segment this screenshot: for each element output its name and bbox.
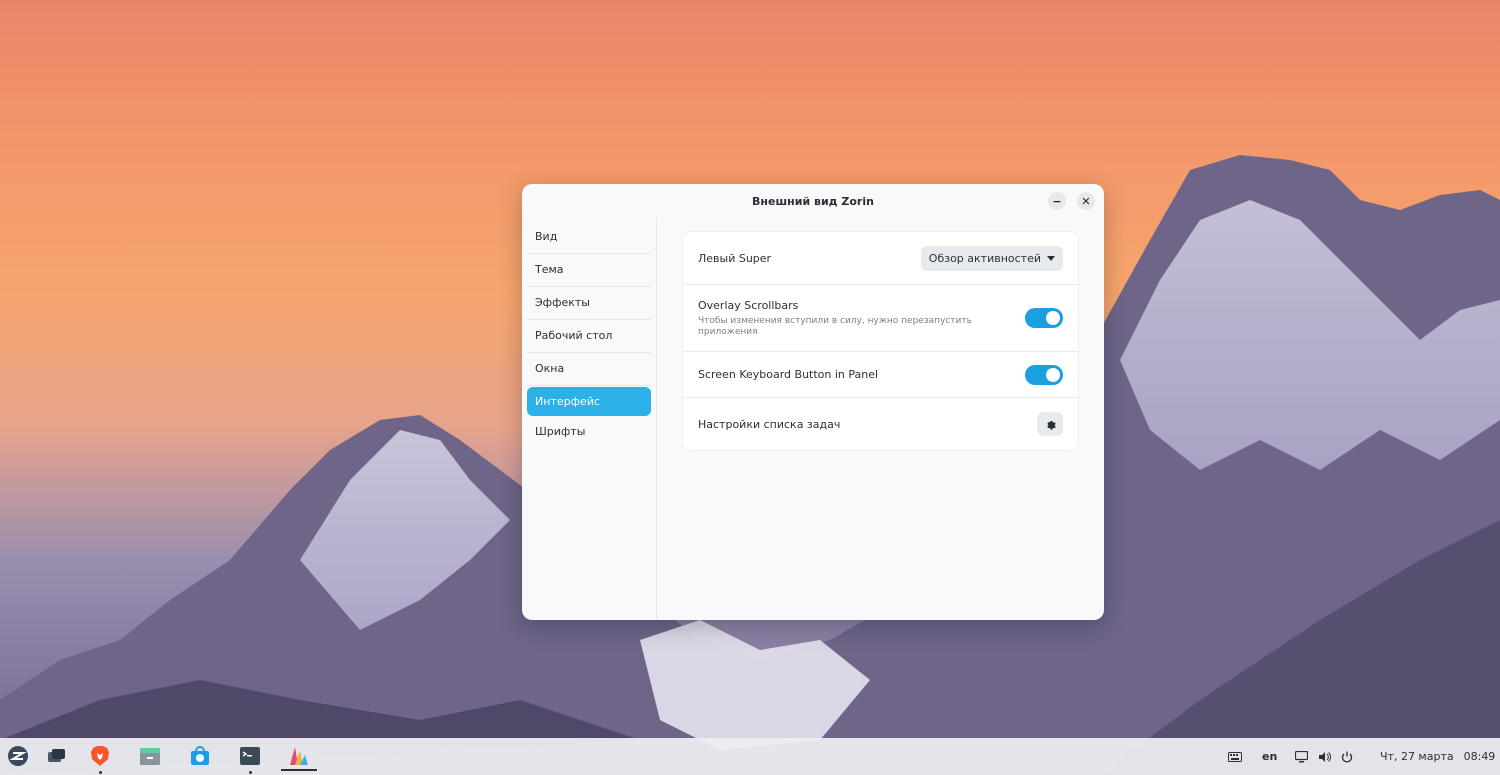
files-icon [140,748,160,765]
gear-icon [1047,420,1056,430]
keyboard-icon [1228,751,1242,762]
sidebar-item-effects[interactable]: Эффекты [527,287,651,320]
overlay-scrollbars-toggle[interactable] [1025,308,1063,328]
taskbar-settings-label: Настройки списка задач [698,417,841,431]
sidebar: Вид Тема Эффекты Рабочий стол Окна Интер… [522,218,657,620]
brave-browser-button[interactable] [87,743,113,774]
zorin-appearance-button[interactable] [281,743,317,771]
brave-icon [91,746,109,766]
setting-row-overlay-scrollbars: Overlay Scrollbars Чтобы изменения вступ… [683,285,1078,352]
zorin-logo-icon [8,746,28,766]
taskbar-settings-button[interactable] [1037,412,1063,436]
sidebar-item-theme[interactable]: Тема [527,254,651,287]
setting-row-taskbar-settings: Настройки списка задач [683,398,1078,450]
software-store-button[interactable] [187,743,213,769]
overlay-scrollbars-label: Overlay Scrollbars [698,298,799,312]
toggle-knob [1046,311,1060,325]
volume-indicator[interactable] [1318,738,1331,775]
settings-card: Левый Super Обзор активностей Overlay Sc… [683,232,1078,450]
appearance-icon [290,747,308,765]
volume-icon [1319,751,1331,762]
sidebar-item-windows[interactable]: Окна [527,353,651,386]
sidebar-item-desktop[interactable]: Рабочий стол [527,320,651,353]
window-titlebar[interactable]: Внешний вид Zorin − ✕ [522,184,1104,218]
language-indicator[interactable]: en [1262,738,1277,775]
power-icon [1341,751,1353,762]
display-indicator[interactable] [1295,738,1308,775]
zorin-menu-button[interactable] [5,743,31,769]
taskbar: en Чт, 27 марта 08:49 [0,738,1500,775]
store-icon [191,746,209,765]
workspaces-button[interactable] [44,743,70,769]
monitor-icon [1295,750,1308,762]
sidebar-item-layout[interactable]: Вид [527,221,651,254]
keyboard-indicator[interactable] [1228,738,1242,775]
zorin-appearance-window: Внешний вид Zorin − ✕ Вид Тема Эффекты Р… [522,184,1104,620]
left-super-value: Обзор активностей [928,251,1041,265]
running-indicator [249,771,252,774]
toggle-knob [1046,367,1060,382]
clock-time: 08:49 [1463,750,1496,763]
window-title: Внешний вид Zorin [752,194,874,208]
left-super-label: Левый Super [698,251,772,265]
terminal-icon [240,747,260,765]
settings-panel: Левый Super Обзор активностей Overlay Sc… [683,232,1078,450]
setting-row-left-super: Левый Super Обзор активностей [683,232,1078,285]
power-indicator[interactable] [1341,738,1353,775]
sidebar-item-interface[interactable]: Интерфейс [527,387,651,416]
close-button[interactable]: ✕ [1077,192,1095,210]
screen-keyboard-label: Screen Keyboard Button in Panel [698,368,879,381]
setting-row-screen-keyboard: Screen Keyboard Button in Panel [683,352,1078,398]
files-button[interactable] [137,743,163,769]
clock[interactable]: Чт, 27 марта 08:49 [1380,738,1495,775]
workspaces-icon [48,749,65,762]
minimize-button[interactable]: − [1048,192,1066,210]
screen-keyboard-toggle[interactable] [1025,364,1063,385]
terminal-button[interactable] [237,743,263,774]
clock-date: Чт, 27 марта [1380,750,1454,763]
sidebar-item-fonts[interactable]: Шрифты [527,416,651,448]
left-super-dropdown[interactable]: Обзор активностей [920,245,1063,271]
running-indicator [99,771,102,774]
chevron-down-icon [1047,255,1055,261]
overlay-scrollbars-hint: Чтобы изменения вступили в силу, нужно п… [698,315,972,337]
